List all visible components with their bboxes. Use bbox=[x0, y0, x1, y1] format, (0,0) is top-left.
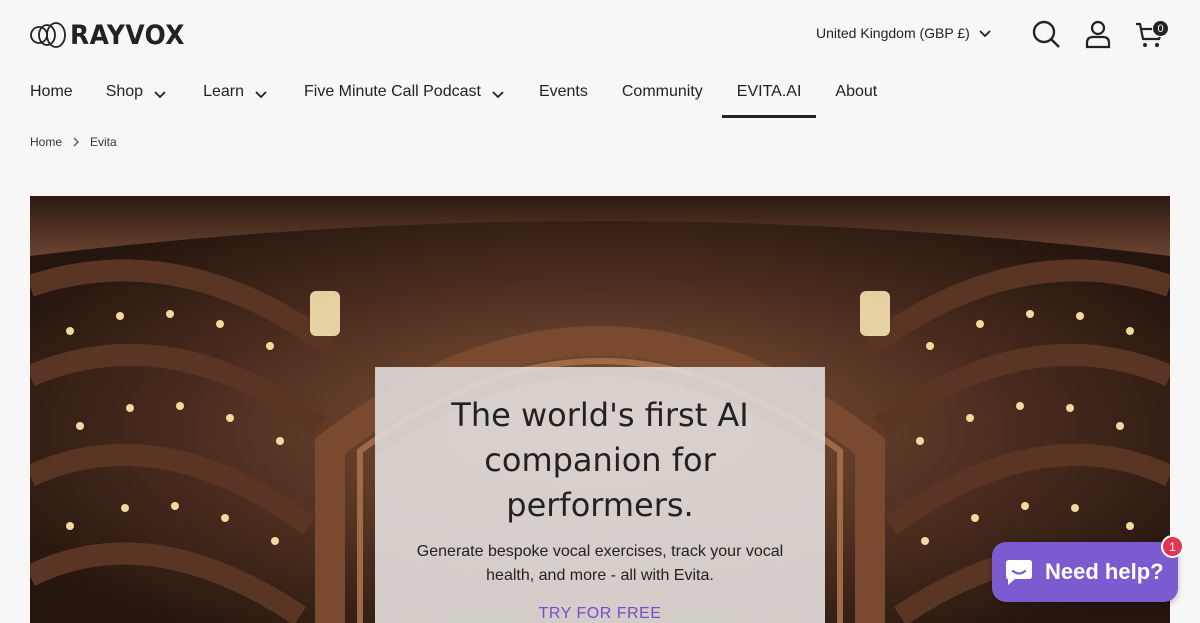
search-icon[interactable] bbox=[1031, 19, 1061, 49]
breadcrumb-current: Evita bbox=[90, 135, 117, 149]
breadcrumb: Home Evita bbox=[30, 135, 117, 149]
nav-label: About bbox=[835, 83, 878, 100]
rings-logo-icon bbox=[30, 22, 66, 48]
nav-item-podcast[interactable]: Five Minute Call Podcast bbox=[304, 80, 505, 118]
nav-item-home[interactable]: Home bbox=[30, 80, 73, 118]
breadcrumb-home-link[interactable]: Home bbox=[30, 135, 62, 149]
nav-item-shop[interactable]: Shop bbox=[106, 80, 167, 118]
nav-item-learn[interactable]: Learn bbox=[203, 80, 268, 118]
hero-card: The world's first AI companion for perfo… bbox=[375, 367, 825, 623]
try-for-free-button[interactable]: TRY FOR FREE bbox=[539, 605, 662, 623]
nav-item-evita[interactable]: EVITA.AI bbox=[721, 80, 816, 118]
account-icon[interactable] bbox=[1083, 19, 1113, 49]
chevron-down-icon bbox=[492, 91, 504, 99]
chat-bubble-icon bbox=[1006, 560, 1032, 585]
site-header: RAYVOX United Kingdom (GBP £) 0 bbox=[0, 0, 1200, 70]
chevron-down-icon bbox=[255, 91, 267, 99]
logo[interactable]: RAYVOX bbox=[30, 19, 195, 51]
currency-selector[interactable]: United Kingdom (GBP £) bbox=[816, 25, 992, 41]
nav-label: Events bbox=[538, 83, 588, 100]
cart-count-badge: 0 bbox=[1152, 20, 1169, 37]
chat-label: Need help? bbox=[1045, 559, 1164, 584]
currency-label: United Kingdom (GBP £) bbox=[816, 25, 970, 41]
nav-item-events[interactable]: Events bbox=[539, 80, 588, 118]
nav-item-community[interactable]: Community bbox=[622, 80, 703, 118]
hero-subtitle: Generate bespoke vocal exercises, track … bbox=[416, 543, 784, 584]
nav-label: EVITA.AI bbox=[736, 83, 802, 100]
nav-label: Home bbox=[30, 83, 73, 100]
brand-name: RAYVOX bbox=[70, 19, 185, 51]
hero-title: The world's first AI companion for perfo… bbox=[451, 396, 749, 524]
nav-label: Five Minute Call Podcast bbox=[303, 83, 481, 100]
chevron-down-icon bbox=[154, 91, 166, 99]
chevron-right-icon bbox=[73, 137, 79, 147]
nav-item-about[interactable]: About bbox=[835, 80, 877, 118]
chevron-down-icon bbox=[979, 30, 991, 38]
nav-label: Learn bbox=[203, 83, 244, 100]
nav-label: Shop bbox=[105, 83, 144, 100]
nav-label: Community bbox=[621, 83, 703, 100]
need-help-chat-button[interactable]: Need help? bbox=[992, 542, 1178, 602]
chat-notification-badge: 1 bbox=[1161, 535, 1184, 558]
main-nav: Home Shop Learn Five Minute Call Podcast… bbox=[30, 80, 877, 118]
